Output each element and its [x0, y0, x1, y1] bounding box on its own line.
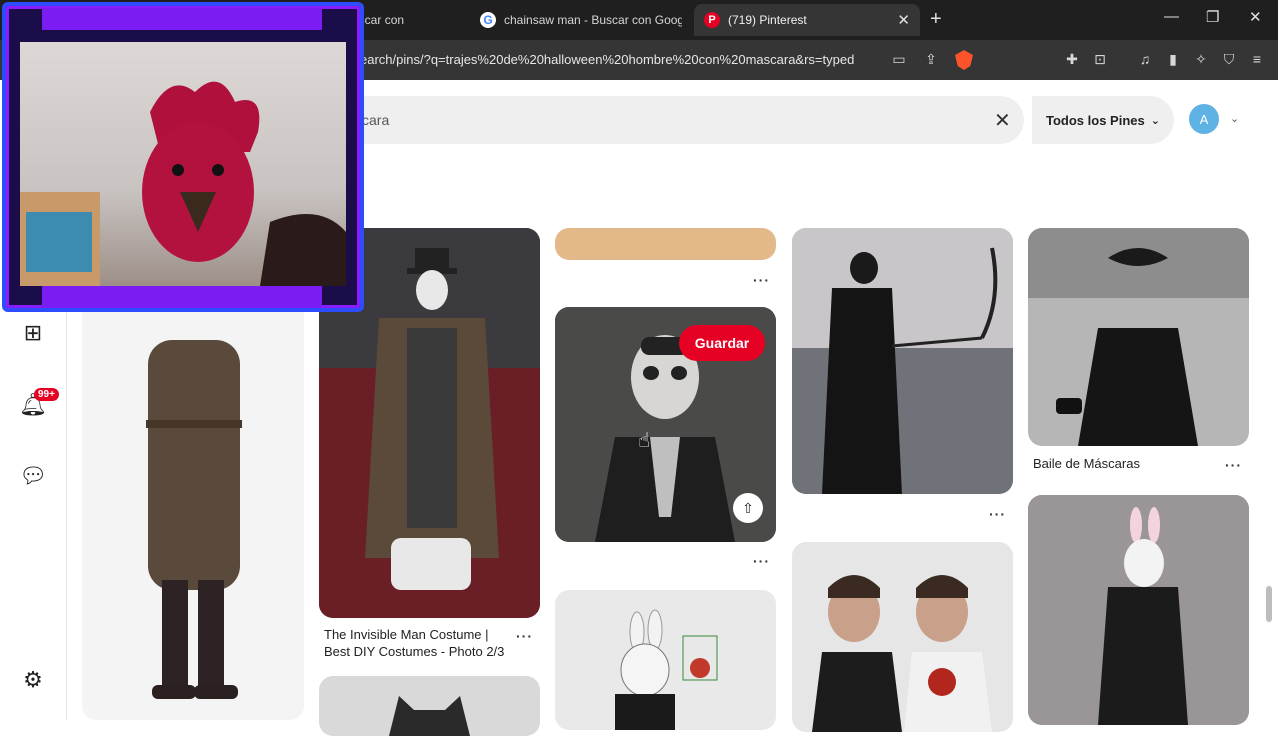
settings-gear-icon[interactable]: ⚙	[20, 667, 46, 693]
webcam-frame-bottom-bar	[42, 286, 322, 308]
pin-bloody-selfie-twins[interactable]	[792, 542, 1013, 732]
account-chevron-icon[interactable]: ⌄	[1230, 112, 1239, 125]
page-scrollbar[interactable]	[1266, 586, 1272, 622]
grim-reaper-image	[792, 228, 1013, 494]
webcam-video	[20, 42, 346, 286]
screenshot-icon[interactable]: ⊡	[1091, 50, 1109, 68]
extensions-icon[interactable]: ✚	[1063, 50, 1081, 68]
close-tab-icon[interactable]: ✕	[897, 11, 910, 29]
filter-label: Todos los Pines	[1046, 112, 1145, 128]
more-options-icon[interactable]: ···	[753, 272, 770, 288]
address-bar[interactable]: earch/pins/?q=trajes%20de%20halloween%20…	[360, 52, 854, 67]
window-close-icon[interactable]: ✕	[1249, 8, 1262, 26]
notifications-badge: 99+	[34, 388, 59, 401]
search-bar[interactable]	[330, 96, 1024, 144]
restore-icon[interactable]: ❐	[1206, 8, 1219, 26]
minimize-icon[interactable]: —	[1164, 8, 1179, 25]
tab-pinterest[interactable]: P (719) Pinterest ✕	[694, 4, 920, 36]
pin-title[interactable]: The Invisible Man Costume | Best DIY Cos…	[324, 626, 514, 660]
media-icon[interactable]: ♫	[1136, 50, 1154, 68]
leo-ai-icon[interactable]: ✧	[1192, 50, 1210, 68]
two-men-selfie-image	[812, 575, 992, 732]
bunny-mask-image	[615, 609, 718, 730]
avatar[interactable]: A	[1189, 104, 1219, 134]
cast-icon[interactable]: ▭	[890, 50, 908, 68]
more-options-icon[interactable]: ···	[1225, 457, 1242, 473]
rabbit-mask-man-image	[1028, 495, 1249, 725]
clear-search-icon[interactable]: ✕	[994, 108, 1011, 133]
pin-filter-dropdown[interactable]: Todos los Pines ⌄	[1032, 96, 1174, 144]
search-input[interactable]: cara	[362, 112, 389, 128]
trenchcoat-figure-image	[146, 340, 242, 699]
pin-masquerade-ball[interactable]	[1028, 228, 1249, 446]
pin-batman-mask[interactable]	[319, 676, 540, 736]
messages-icon[interactable]: 💬︎	[19, 463, 47, 489]
save-pin-button[interactable]: Guardar	[679, 325, 765, 361]
menu-icon[interactable]: ≡	[1248, 50, 1266, 68]
tab-label: chainsaw man - Buscar con Google	[504, 13, 682, 27]
pin-rabbit-mask-dancer[interactable]	[1028, 495, 1249, 725]
pin-grim-reaper-scythe[interactable]	[792, 228, 1013, 494]
pinterest-icon: P	[704, 12, 720, 28]
google-icon: G	[480, 12, 496, 28]
new-tab-icon[interactable]: +	[930, 8, 942, 31]
chevron-down-icon: ⌄	[1150, 114, 1160, 127]
share-page-icon[interactable]: ⇪	[922, 50, 940, 68]
tab-label: (719) Pinterest	[728, 13, 807, 27]
webcam-overlay	[2, 2, 364, 312]
pin-bunny-mask[interactable]	[555, 590, 776, 730]
more-options-icon[interactable]: ···	[989, 506, 1006, 522]
batman-mask-image	[389, 696, 470, 736]
pin-top-cropped[interactable]	[555, 228, 776, 260]
pin-trenchcoat-costume[interactable]	[82, 300, 304, 720]
pin-title[interactable]: Baile de Máscaras	[1033, 455, 1140, 472]
vpn-shield-icon[interactable]: ⛉	[1220, 50, 1238, 68]
tab-google-search-2[interactable]: G chainsaw man - Buscar con Google	[470, 4, 692, 36]
webcam-frame-top-bar	[42, 8, 322, 30]
create-icon[interactable]: ⊞	[20, 320, 46, 346]
masquerade-suit-image	[1028, 228, 1249, 446]
more-options-icon[interactable]: ···	[516, 628, 533, 644]
rooster-mask-image	[20, 81, 346, 286]
more-options-icon[interactable]: ···	[753, 553, 770, 569]
hand-cursor-icon: ☝	[638, 430, 651, 452]
sidebar-icon[interactable]: ▮	[1164, 50, 1182, 68]
share-icon[interactable]: ⇧	[733, 493, 763, 523]
